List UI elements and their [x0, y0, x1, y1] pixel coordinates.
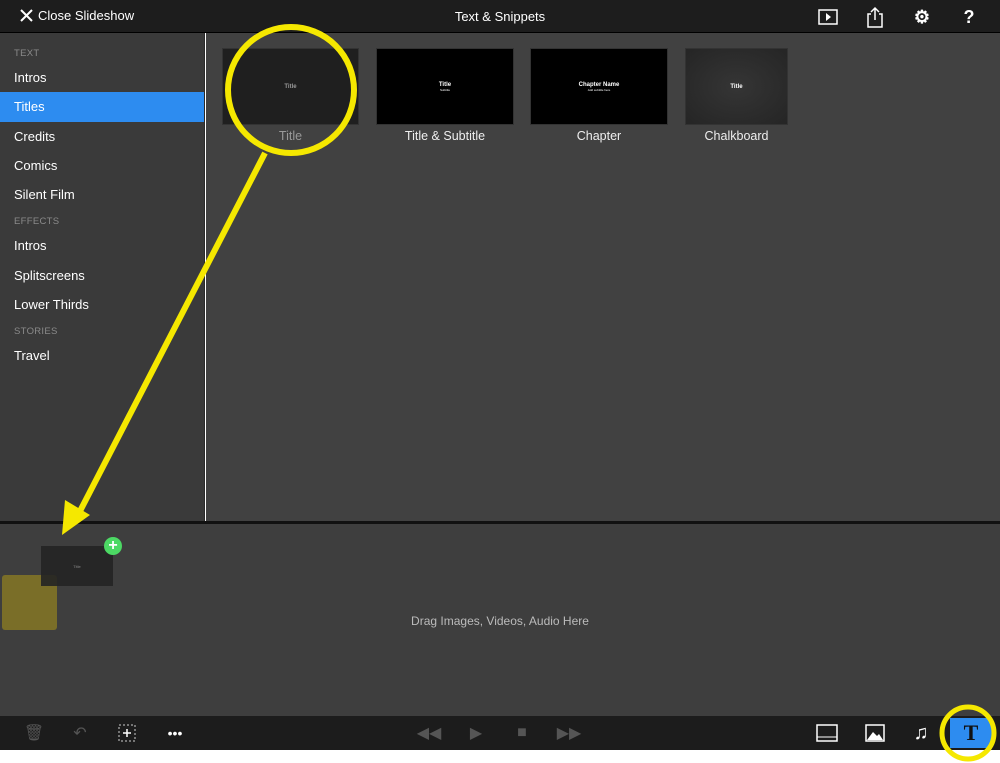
annotation-overlay — [62, 24, 997, 762]
drag-arrow-line — [75, 151, 268, 517]
highlight-circle-text-button — [939, 704, 997, 762]
highlight-circle — [225, 24, 357, 156]
